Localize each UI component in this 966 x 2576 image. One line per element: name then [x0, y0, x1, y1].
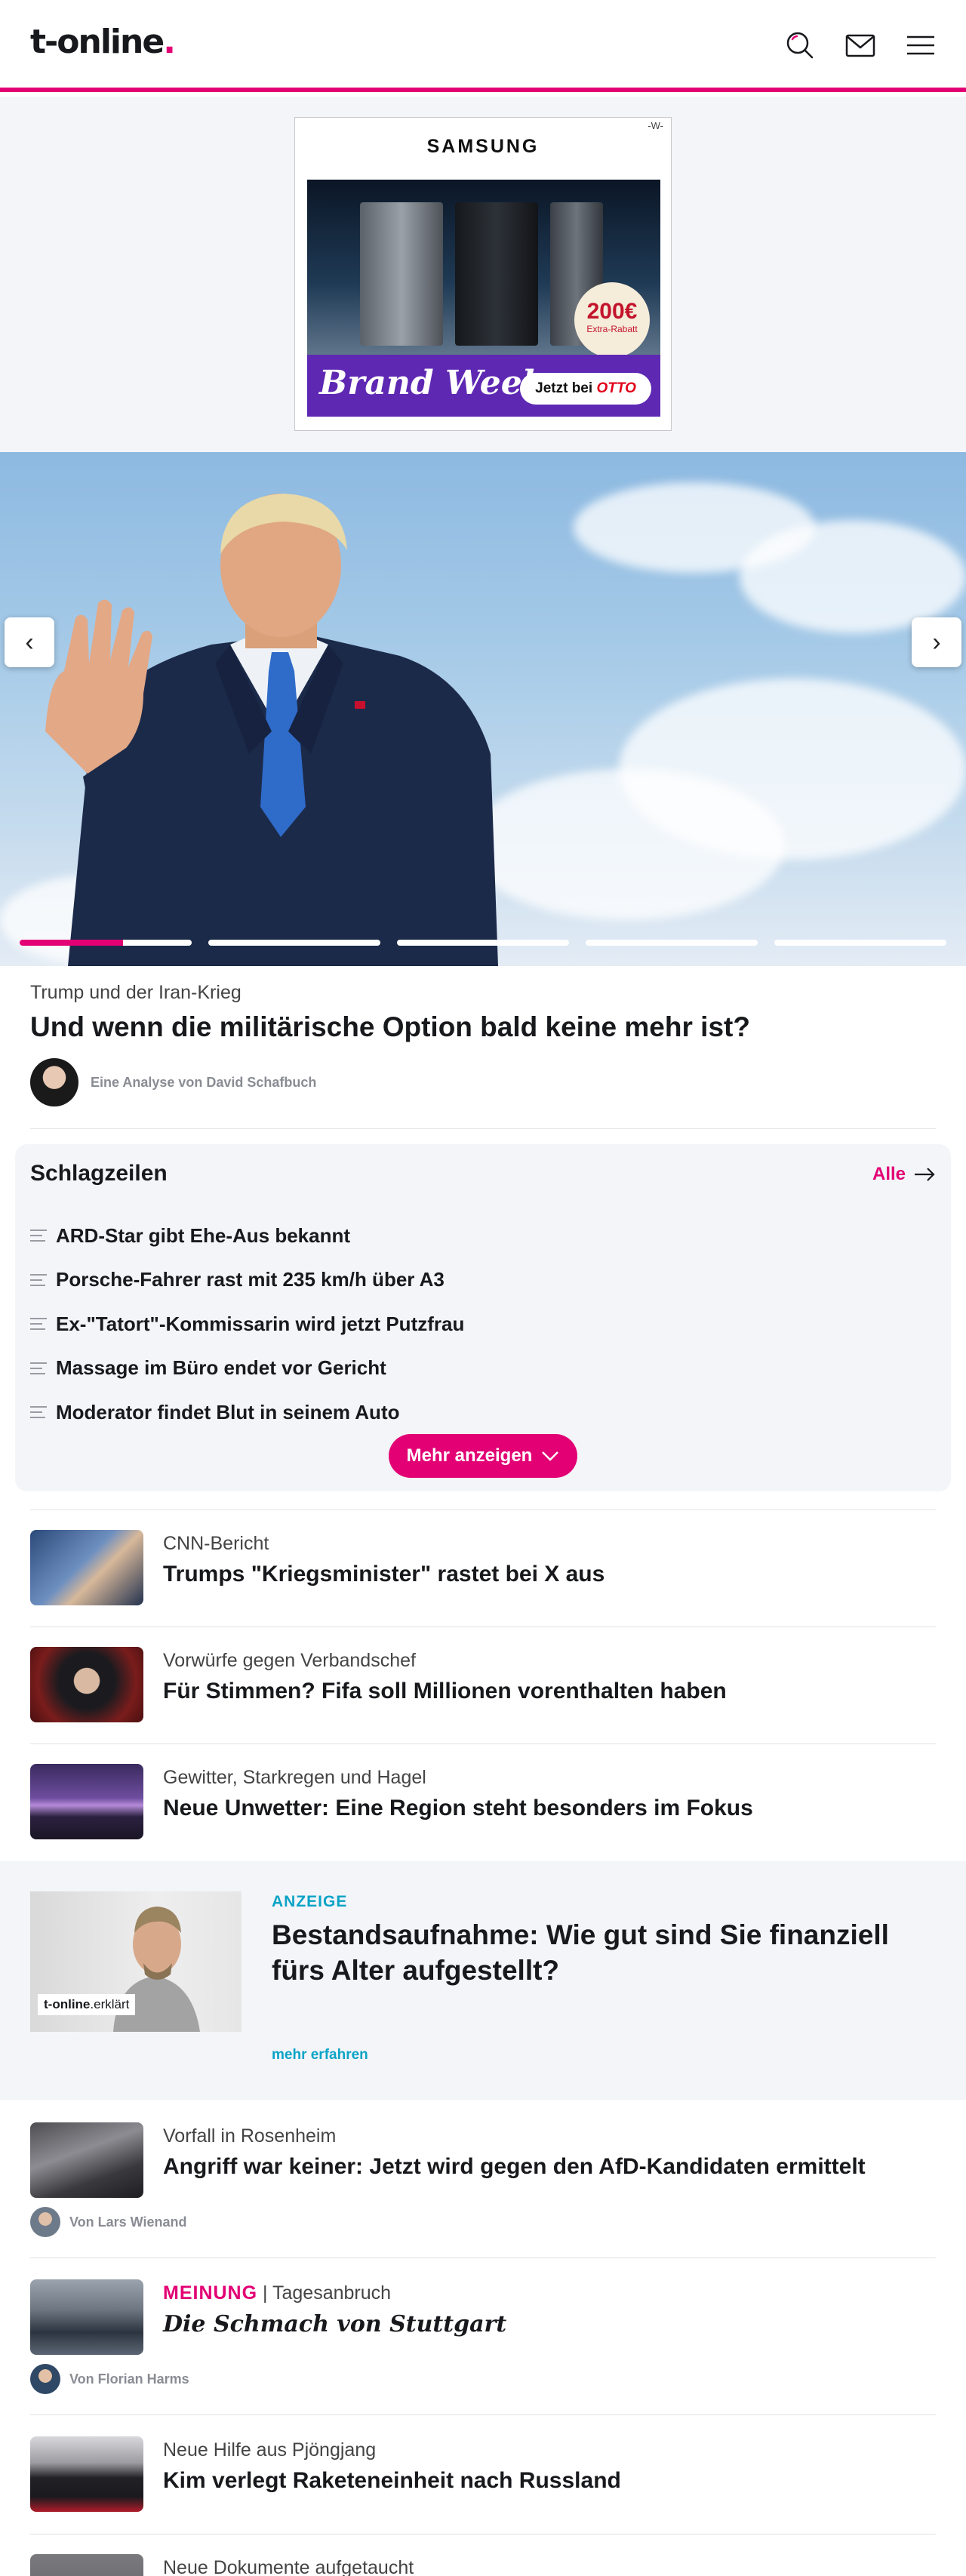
slider-progress [20, 940, 946, 946]
menu-icon[interactable] [904, 29, 937, 62]
headlines-box: Schlagzeilen Alle ARD-Star gibt Ehe-Aus … [15, 1144, 951, 1491]
teaser-kicker: CNN-Bericht [163, 1533, 269, 1554]
ad-discount-badge: 200€ Extra-Rabatt [574, 282, 650, 358]
teaser-item[interactable]: Vorwürfe gegen Verbandschef Für Stimmen?… [30, 1647, 936, 1722]
headline-item[interactable]: Porsche-Fahrer rast mit 235 km/h über A3 [30, 1258, 464, 1303]
teaser-title[interactable]: Für Stimmen? Fifa soll Millionen vorenth… [163, 1679, 727, 1704]
text-lines-icon [30, 1362, 47, 1374]
slider-segment[interactable] [20, 940, 192, 946]
teaser-title[interactable]: Trumps "Kriegsminister" rastet bei X aus [163, 1562, 605, 1587]
article-author: Von Lars Wienand [69, 2214, 187, 2230]
article-kicker: Vorfall in Rosenheim [163, 2125, 337, 2147]
author-avatar [30, 2207, 60, 2237]
teaser-item[interactable]: Gewitter, Starkregen und Hagel Neue Unwe… [30, 1764, 936, 1839]
divider [30, 2414, 936, 2415]
article-author: Von Florian Harms [69, 2371, 189, 2387]
hero-prev-button[interactable]: ‹ [5, 617, 54, 667]
article-item[interactable]: Vorfall in Rosenheim Angriff war keiner:… [30, 2122, 936, 2237]
article-kicker: Neue Dokumente aufgetaucht [163, 2557, 414, 2576]
chevron-left-icon: ‹ [25, 628, 34, 657]
headlines-list: ARD-Star gibt Ehe-Aus bekannt Porsche-Fa… [30, 1214, 464, 1435]
hero-kicker: Trump und der Iran-Krieg [30, 982, 242, 1003]
ad-product-image: 200€ Extra-Rabatt [307, 180, 660, 368]
sponsored-image-tag: t-online.erklärt [38, 1994, 136, 2015]
divider [30, 2257, 936, 2258]
teaser-thumbnail[interactable] [30, 1647, 143, 1722]
article-byline: Von Lars Wienand [30, 2207, 187, 2237]
article-kicker: Neue Hilfe aus Pjöngjang [163, 2439, 377, 2461]
article-thumbnail[interactable] [30, 2436, 143, 2512]
text-lines-icon [30, 1318, 47, 1331]
author-avatar [30, 1058, 78, 1106]
hero-author: Eine Analyse von David Schafbuch [91, 1075, 317, 1090]
headlines-all-link[interactable]: Alle [872, 1164, 936, 1185]
headline-item[interactable]: ARD-Star gibt Ehe-Aus bekannt [30, 1214, 464, 1258]
chevron-down-icon [542, 1451, 559, 1461]
text-lines-icon [30, 1230, 47, 1242]
divider [30, 1743, 936, 1744]
teaser-kicker: Gewitter, Starkregen und Hagel [163, 1767, 426, 1788]
arrow-right-icon [915, 1168, 935, 1181]
article-title[interactable]: Angriff war keiner: Jetzt wird gegen den… [163, 2154, 866, 2180]
sponsored-image[interactable]: t-online.erklärt [30, 1891, 242, 2032]
ad-brand: SAMSUNG [426, 136, 540, 157]
teaser-thumbnail[interactable] [30, 1530, 143, 1605]
hero-title[interactable]: Und wenn die militärische Option bald ke… [30, 1011, 936, 1043]
search-icon[interactable] [783, 29, 817, 62]
headline-item[interactable]: Massage im Büro endet vor Gericht [30, 1346, 464, 1391]
headline-item[interactable]: Ex-"Tatort"-Kommissarin wird jetzt Putzf… [30, 1302, 464, 1346]
slider-segment[interactable] [208, 940, 380, 946]
hero-teaser[interactable]: Trump und der Iran-Krieg Und wenn die mi… [15, 966, 951, 1129]
sponsored-teaser[interactable]: t-online.erklärt ANZEIGE Bestandsaufnahm… [0, 1861, 966, 2100]
slider-segment-fill [20, 940, 123, 946]
logo-dot: . [163, 23, 176, 61]
samsung-ad-banner[interactable]: -W- SAMSUNG 200€ Extra-Rabatt Brand Week… [294, 117, 672, 431]
hero-slider: ‹ › [0, 452, 966, 966]
teaser-thumbnail[interactable] [30, 1764, 143, 1839]
logo-text: t-online [30, 23, 165, 61]
sponsored-label: ANZEIGE [272, 1893, 348, 1910]
ad-campaign-bar: Brand Week Jetzt bei OTTO [307, 355, 660, 417]
show-more-button[interactable]: Mehr anzeigen [389, 1434, 577, 1478]
article-title[interactable]: Kim verlegt Raketeneinheit nach Russland [163, 2468, 621, 2494]
article-item[interactable]: Neue Dokumente aufgetaucht [30, 2554, 936, 2576]
slider-segment[interactable] [397, 940, 569, 946]
headline-item[interactable]: Moderator findet Blut in seinem Auto [30, 1390, 464, 1435]
ad-marker: -W- [648, 120, 663, 131]
sponsored-more-link[interactable]: mehr erfahren [272, 2047, 368, 2064]
site-logo[interactable]: t-online. [30, 23, 176, 61]
slider-segment[interactable] [774, 940, 946, 946]
article-thumbnail[interactable] [30, 2279, 143, 2355]
chevron-right-icon: › [932, 628, 941, 657]
article-item[interactable]: Neue Hilfe aus Pjöngjang Kim verlegt Rak… [30, 2436, 936, 2512]
article-item[interactable]: MEINUNG | Tagesanbruch Die Schmach von S… [30, 2279, 936, 2394]
sponsored-title[interactable]: Bestandsaufnahme: Wie gut sind Sie finan… [272, 1917, 921, 1988]
teaser-item[interactable]: CNN-Bericht Trumps "Kriegsminister" rast… [30, 1530, 936, 1605]
mail-icon[interactable] [844, 29, 877, 62]
article-thumbnail[interactable] [30, 2122, 143, 2198]
divider [30, 1128, 936, 1129]
ad-area: -W- SAMSUNG 200€ Extra-Rabatt Brand Week… [0, 97, 966, 452]
text-lines-icon [30, 1406, 47, 1419]
slider-segment[interactable] [586, 940, 758, 946]
article-thumbnail[interactable] [30, 2554, 143, 2576]
headlines-heading: Schlagzeilen [30, 1161, 168, 1186]
site-header: t-online. [0, 0, 966, 92]
article-byline: Von Florian Harms [30, 2364, 189, 2394]
ad-campaign-title: Brand Week [319, 364, 546, 402]
hero-next-button[interactable]: › [912, 617, 961, 667]
article-kicker: MEINUNG | Tagesanbruch [163, 2282, 392, 2304]
teaser-kicker: Vorwürfe gegen Verbandschef [163, 1650, 416, 1671]
text-lines-icon [30, 1273, 47, 1286]
ad-cta-button[interactable]: Jetzt bei OTTO [520, 373, 651, 405]
article-title[interactable]: Die Schmach von Stuttgart [163, 2311, 506, 2337]
teaser-title[interactable]: Neue Unwetter: Eine Region steht besonde… [163, 1796, 753, 1821]
author-avatar [30, 2364, 60, 2394]
hero-image[interactable] [45, 482, 528, 966]
